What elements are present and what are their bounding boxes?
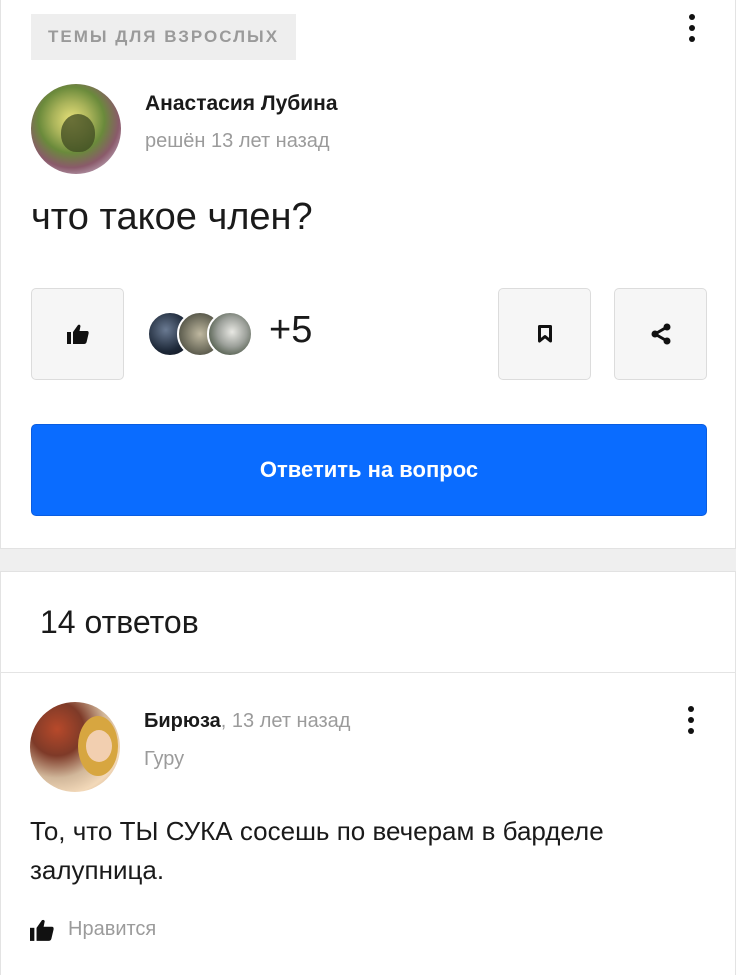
question-title: что такое член? [31,196,313,238]
answer-question-button[interactable]: Ответить на вопрос [31,424,707,516]
section-divider [0,548,736,572]
question-card: ТЕМЫ ДЛЯ ВЗРОСЛЫХ Анастасия Лубина решён… [0,0,736,548]
thumbs-up-icon [66,324,89,344]
more-vertical-icon[interactable] [687,14,697,42]
answerer-name[interactable]: Бирюза [144,710,221,732]
category-chip[interactable]: ТЕМЫ ДЛЯ ВЗРОСЛЫХ [31,14,297,60]
answer-time: , 13 лет назад [220,710,351,732]
more-vertical-icon[interactable] [686,706,696,734]
answers-count: 14 ответов [40,604,199,640]
thumbs-up-icon [30,919,54,941]
like-button[interactable] [31,288,124,380]
liker-avatar [207,311,253,357]
author-avatar[interactable] [31,84,121,174]
answer-text: То, что ТЫ СУКА сосешь по вечерам в бард… [30,816,604,885]
share-icon [651,323,670,345]
answers-separator [0,672,736,673]
bookmark-button[interactable] [498,288,591,380]
likers-count[interactable]: +5 [269,309,312,352]
share-button[interactable] [614,288,707,380]
like-label: Нравится [68,918,157,940]
answerer-rank: Гуру [144,748,185,770]
author-name[interactable]: Анастасия Лубина [145,92,338,116]
answer-like-button[interactable]: Нравится [30,918,156,941]
bookmark-icon [537,325,552,343]
answerer-avatar[interactable] [30,702,120,792]
answer-header: Бирюза, 13 лет назад [144,710,350,733]
likers-avatars[interactable] [147,311,257,359]
question-status: решён 13 лет назад [145,130,330,152]
